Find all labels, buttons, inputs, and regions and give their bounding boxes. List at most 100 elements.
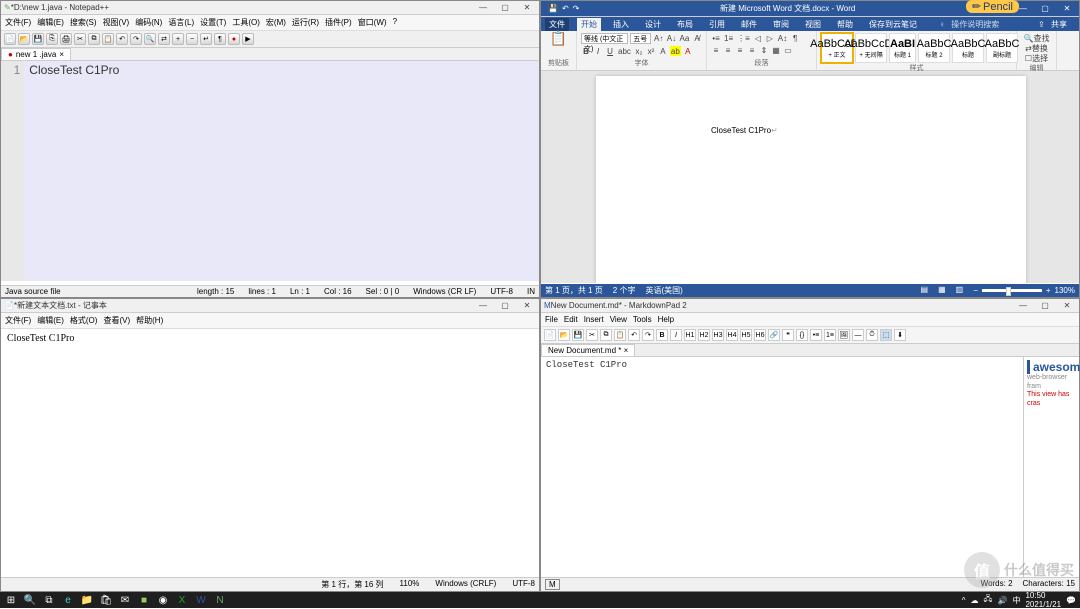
sort-icon[interactable]: A↕ xyxy=(777,33,788,43)
menu-item[interactable]: Tools xyxy=(633,315,652,324)
tell-me-search[interactable]: ♀ 操作说明搜索 xyxy=(935,18,1007,31)
underline-icon[interactable]: U xyxy=(605,46,615,56)
code-icon[interactable]: {} xyxy=(796,329,808,341)
image-icon[interactable]: 🖼 xyxy=(838,329,850,341)
minimize-button[interactable]: — xyxy=(1014,301,1032,310)
align-left-icon[interactable]: ≡ xyxy=(711,46,721,56)
open-file-icon[interactable]: 📂 xyxy=(18,33,30,45)
maximize-button[interactable]: ▢ xyxy=(1036,301,1054,310)
word-document-area[interactable]: CloseTest C1Pro↵ xyxy=(541,71,1079,283)
zoom-control[interactable]: − + 130% xyxy=(973,285,1075,296)
chrome-icon[interactable]: ◉ xyxy=(156,593,170,607)
italic-icon[interactable]: I xyxy=(593,46,603,56)
paste-icon[interactable]: 📋 xyxy=(545,33,572,43)
ribbon-tab-review[interactable]: 审阅 xyxy=(769,18,793,31)
close-button[interactable]: ✕ xyxy=(1058,301,1076,310)
ime-icon[interactable]: 中 xyxy=(1012,595,1020,606)
menu-item[interactable]: 宏(M) xyxy=(266,17,286,28)
redo-icon[interactable]: ↷ xyxy=(573,4,580,13)
h6-icon[interactable]: H6 xyxy=(754,329,766,341)
timestamp-icon[interactable]: ⏱ xyxy=(866,329,878,341)
menu-item[interactable]: 设置(T) xyxy=(200,17,226,28)
maximize-button[interactable]: ▢ xyxy=(496,301,514,310)
menu-item[interactable]: 视图(V) xyxy=(103,17,130,28)
notepad-editor[interactable]: CloseTest C1Pro xyxy=(1,329,539,577)
save-icon[interactable]: 💾 xyxy=(572,329,584,341)
menu-item[interactable]: 窗口(W) xyxy=(358,17,387,28)
app-icon[interactable]: ■ xyxy=(137,593,151,607)
record-macro-icon[interactable]: ● xyxy=(228,33,240,45)
grow-font-icon[interactable]: A↑ xyxy=(653,34,664,44)
font-color-icon[interactable]: A xyxy=(683,46,693,56)
network-icon[interactable]: 🖧 xyxy=(984,593,993,607)
zoom-out[interactable]: − xyxy=(973,286,978,295)
ribbon-tab-mailings[interactable]: 邮件 xyxy=(737,18,761,31)
maximize-button[interactable]: ▢ xyxy=(496,3,514,12)
tray-up-icon[interactable]: ^ xyxy=(962,596,966,605)
onedrive-icon[interactable]: ☁ xyxy=(971,596,979,605)
word-titlebar[interactable]: 💾 ↶ ↷ 新建 Microsoft Word 文档.docx - Word ✏… xyxy=(541,1,1079,17)
h3-icon[interactable]: H3 xyxy=(712,329,724,341)
h1-icon[interactable]: H1 xyxy=(684,329,696,341)
menu-item[interactable]: 编辑(E) xyxy=(37,17,64,28)
word-icon[interactable]: W xyxy=(194,593,208,607)
style-title[interactable]: AaBbC标题 xyxy=(952,33,984,63)
increase-indent-icon[interactable]: ▷ xyxy=(765,33,775,43)
copy-icon[interactable]: ⧉ xyxy=(600,329,612,341)
notepad-titlebar[interactable]: 📄 *新建文本文档.txt - 记事本 — ▢ ✕ xyxy=(1,299,539,313)
menu-item[interactable]: 编辑(E) xyxy=(37,315,64,326)
line-spacing-icon[interactable]: ⇕ xyxy=(759,46,769,56)
superscript-icon[interactable]: x² xyxy=(646,46,656,56)
menu-item[interactable]: ? xyxy=(393,17,397,28)
zoom-in-icon[interactable]: + xyxy=(172,33,184,45)
menu-item[interactable]: 插件(P) xyxy=(325,17,352,28)
paste-icon[interactable]: 📋 xyxy=(614,329,626,341)
save-icon[interactable]: 💾 xyxy=(548,4,558,13)
view-print-icon[interactable]: ▦ xyxy=(938,285,946,296)
find-button[interactable]: 🔍 查找 xyxy=(1021,33,1052,43)
cut-icon[interactable]: ✂ xyxy=(74,33,86,45)
align-right-icon[interactable]: ≡ xyxy=(735,46,745,56)
share-button[interactable]: ⇪ 共享 xyxy=(1034,18,1075,31)
ul-icon[interactable]: •≡ xyxy=(810,329,822,341)
redo-icon[interactable]: ↷ xyxy=(130,33,142,45)
zoom-out-icon[interactable]: − xyxy=(186,33,198,45)
mdp-editor[interactable]: CloseTest C1Pro xyxy=(541,357,1024,581)
menu-item[interactable]: 语言(L) xyxy=(168,17,194,28)
document-text[interactable]: CloseTest C1Pro↵ xyxy=(711,126,778,135)
npp-editor[interactable]: 1 CloseTest C1Pro xyxy=(1,61,539,281)
ribbon-tab-insert[interactable]: 插入 xyxy=(609,18,633,31)
menu-item[interactable]: Insert xyxy=(584,315,604,324)
task-view-icon[interactable]: ⧉ xyxy=(42,593,56,607)
menu-item[interactable]: Help xyxy=(658,315,674,324)
h2-icon[interactable]: H2 xyxy=(698,329,710,341)
link-icon[interactable]: 🔗 xyxy=(768,329,780,341)
style-subtitle[interactable]: AaBbC副标题 xyxy=(986,33,1018,63)
h4-icon[interactable]: H4 xyxy=(726,329,738,341)
menu-item[interactable]: 运行(R) xyxy=(292,17,319,28)
ribbon-tab-view[interactable]: 视图 xyxy=(801,18,825,31)
ribbon-tab-home[interactable]: 开始 xyxy=(577,18,601,31)
minimize-button[interactable]: — xyxy=(474,3,492,12)
menu-item[interactable]: 文件(F) xyxy=(5,315,31,326)
preview-toggle-icon[interactable]: ⬚ xyxy=(880,329,892,341)
justify-icon[interactable]: ≡ xyxy=(747,46,757,56)
zoom-in[interactable]: + xyxy=(1046,286,1051,295)
undo-icon[interactable]: ↶ xyxy=(116,33,128,45)
numbering-icon[interactable]: 1≡ xyxy=(723,33,734,43)
ribbon-tab-cloud[interactable]: 保存到云笔记 xyxy=(865,18,921,31)
tab-close-icon[interactable]: × xyxy=(624,346,629,355)
status-words[interactable]: 2 个字 xyxy=(613,285,636,296)
excel-icon[interactable]: X xyxy=(175,593,189,607)
paste-icon[interactable]: 📋 xyxy=(102,33,114,45)
zoom-value[interactable]: 130% xyxy=(1055,286,1075,295)
style-nospacing[interactable]: AaBbCcDx+ 无间隔 xyxy=(855,33,887,63)
hr-icon[interactable]: — xyxy=(852,329,864,341)
ribbon-tab-references[interactable]: 引用 xyxy=(705,18,729,31)
shading-icon[interactable]: ▦ xyxy=(771,46,781,56)
replace-icon[interactable]: ⇄ xyxy=(158,33,170,45)
notepadpp-icon[interactable]: N xyxy=(213,593,227,607)
ribbon-tab-help[interactable]: 帮助 xyxy=(833,18,857,31)
file-tab[interactable]: ● new 1 .java × xyxy=(1,48,71,60)
word-page[interactable]: CloseTest C1Pro↵ xyxy=(596,76,1026,283)
